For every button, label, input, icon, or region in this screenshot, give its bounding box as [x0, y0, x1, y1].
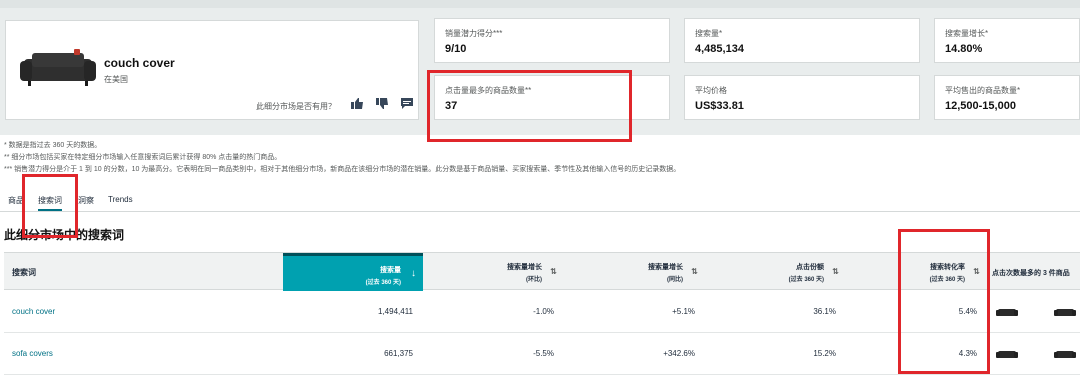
thumbs-down-icon[interactable] [376, 98, 388, 112]
footnote: * 数据是指过去 360 天的数据。 [4, 142, 102, 149]
product-thumbnail[interactable] [1054, 349, 1076, 359]
header-sub-label: (过去 360 天) [788, 277, 824, 283]
comment-icon[interactable] [401, 98, 413, 112]
header-main-label: 搜索量增长 [507, 264, 542, 271]
metric-label: 平均价格 [695, 86, 727, 95]
header-main-label: 点击份额 [796, 264, 824, 271]
column-header-conversion-rate[interactable]: 搜索转化率 (过去 360 天) ⇅ [846, 253, 987, 291]
growth-yoy-cell: +5.1% [672, 307, 695, 316]
table-row: couch cover 1,494,411 -1.0% +5.1% 36.1% … [4, 291, 1080, 333]
metric-label: 点击量最多的商品数量** [445, 86, 532, 95]
thumbs-up-icon[interactable] [351, 98, 363, 112]
header-main-label: 搜索量增长 [648, 264, 683, 271]
search-terms-table: 搜索词 搜索量 (过去 360 天) ↓ 搜索量增长 (环比) ⇅ 搜索量增长 … [4, 252, 1080, 382]
metric-label: 搜索量增长* [945, 29, 989, 38]
footnotes: * 数据是指过去 360 天的数据。 ** 细分市场包括买家在特定细分市场输入任… [4, 140, 680, 176]
footnote: *** 销售潜力得分是介于 1 到 10 的分数，10 为最高分。它表明在同一商… [4, 166, 681, 173]
product-card: couch cover 在美国 此细分市场是否有用？ [5, 20, 419, 120]
sort-desc-icon[interactable]: ↓ [411, 268, 416, 279]
click-share-cell: 36.1% [813, 307, 836, 316]
product-thumbnail[interactable] [996, 349, 1018, 359]
tab-bar: 商品 搜索词 洞察 Trends [0, 190, 1080, 212]
tab-search-terms[interactable]: 搜索词 [38, 195, 62, 211]
metric-label: 销量潜力得分*** [445, 29, 503, 38]
product-thumbnail[interactable] [996, 307, 1018, 317]
metric-search-volume: 搜索量* 4,485,134 [684, 18, 920, 63]
metric-value: 12,500-15,000 [945, 100, 1016, 112]
helpful-prompt: 此细分市场是否有用？ [256, 102, 336, 111]
metric-value: 14.80% [945, 43, 983, 55]
conversion-rate-cell: 5.4% [958, 307, 977, 316]
sort-icon[interactable]: ⇅ [550, 267, 557, 276]
product-thumbnail[interactable] [1054, 307, 1076, 317]
product-name: couch cover [104, 56, 175, 70]
search-volume-cell: 1,494,411 [378, 307, 413, 316]
conversion-rate-cell: 4.3% [958, 349, 977, 358]
sort-icon[interactable]: ⇅ [691, 267, 698, 276]
metric-search-growth: 搜索量增长* 14.80% [934, 18, 1080, 63]
header-sub-label: (环比) [526, 277, 542, 283]
header-main-label: 搜索量 [380, 267, 401, 274]
metric-value: 37 [445, 100, 458, 112]
top-strip [0, 0, 1080, 8]
metric-label: 搜索量* [695, 29, 723, 38]
search-volume-cell: 661,375 [384, 349, 413, 358]
growth-qoq-cell: -1.0% [533, 307, 554, 316]
tab-insights[interactable]: 洞察 [78, 195, 94, 206]
growth-yoy-cell: +342.6% [663, 349, 695, 358]
column-header-growth-qoq[interactable]: 搜索量增长 (环比) ⇅ [423, 253, 564, 291]
growth-qoq-cell: -5.5% [533, 349, 554, 358]
metric-value: 9/10 [445, 43, 467, 55]
column-header-top-products: 点击次数最多的 3 件商品 [992, 270, 1070, 277]
table-row: sofa covers 661,375 -5.5% +342.6% 15.2% … [4, 333, 1080, 375]
product-location: 在美国 [104, 75, 128, 84]
metric-label: 平均售出的商品数量* [945, 86, 1021, 95]
metric-average-price: 平均价格 US$33.81 [684, 75, 920, 120]
header-main-label: 搜索转化率 [930, 264, 965, 271]
sofa-image [20, 49, 96, 86]
keyword-link[interactable]: couch cover [12, 307, 55, 316]
tab-products[interactable]: 商品 [8, 195, 24, 206]
section-title: 此细分市场中的搜索词 [4, 228, 125, 242]
column-header-keyword[interactable]: 搜索词 [12, 267, 36, 278]
header-sub-label: (过去 360 天) [365, 280, 401, 286]
table-header: 搜索词 搜索量 (过去 360 天) ↓ 搜索量增长 (环比) ⇅ 搜索量增长 … [4, 252, 1080, 291]
column-header-search-volume[interactable]: 搜索量 (过去 360 天) ↓ [283, 253, 423, 291]
header-sub-label: (过去 360 天) [929, 277, 965, 283]
metric-value: 4,485,134 [695, 43, 744, 55]
sort-icon[interactable]: ⇅ [973, 267, 980, 276]
metric-average-units-sold: 平均售出的商品数量* 12,500-15,000 [934, 75, 1080, 120]
column-header-growth-yoy[interactable]: 搜索量增长 (同比) ⇅ [564, 253, 705, 291]
metric-sales-potential: 销量潜力得分*** 9/10 [434, 18, 670, 63]
tab-trends[interactable]: Trends [108, 195, 133, 204]
click-share-cell: 15.2% [813, 349, 836, 358]
header-sub-label: (同比) [667, 277, 683, 283]
metric-top-clicked-count: 点击量最多的商品数量** 37 [434, 75, 670, 120]
keyword-link[interactable]: sofa covers [12, 349, 53, 358]
sort-icon[interactable]: ⇅ [832, 267, 839, 276]
column-header-click-share[interactable]: 点击份额 (过去 360 天) ⇅ [705, 253, 846, 291]
metric-value: US$33.81 [695, 100, 744, 112]
footnote: ** 细分市场包括买家在特定细分市场输入任意搜索词后累计获得 80% 点击量的热… [4, 154, 282, 161]
